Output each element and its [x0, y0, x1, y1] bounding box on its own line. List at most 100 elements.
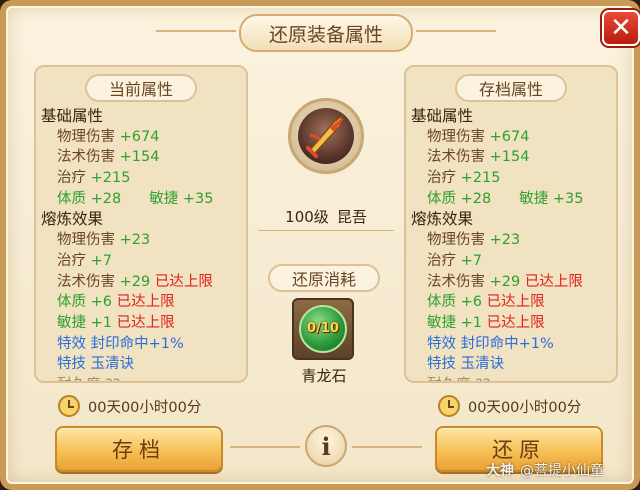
skill-label: 特技 [57, 356, 86, 373]
stat-label: 治疗 [427, 252, 456, 269]
skill-label: 特技 [427, 356, 456, 373]
cap-reached-label: 已达上限 [486, 314, 545, 331]
stat-label: 物理伤害 [57, 232, 115, 249]
stat-label: 体质 [427, 294, 456, 311]
stat-row: 治疗 +215 [41, 168, 242, 189]
stat-value: +29 [119, 273, 151, 290]
stat-label: 法术伤害 [427, 149, 485, 166]
restore-cost-header: 还原消耗 [268, 264, 380, 292]
stat-value: +7 [90, 252, 112, 269]
effect-value: 封印命中+1% [460, 335, 554, 352]
stat-value: +215 [90, 170, 131, 187]
watermark: 大神 @菩提小仙童 [486, 460, 604, 480]
stat-label: 敏捷 [149, 190, 179, 207]
refine-row: 敏捷 +1 已达上限 [41, 313, 242, 334]
refine-row: 治疗 +7 [41, 251, 242, 272]
stat-label: 敏捷 [57, 314, 86, 331]
timer-text: 00天00小时00分 [468, 399, 582, 416]
timer-left: 00天00小时00分 [58, 394, 201, 418]
stat-row: 法术伤害 +154 [411, 147, 612, 168]
timer-text: 00天00小时00分 [88, 399, 202, 416]
stat-row: 体质 +28 敏捷 +35 [41, 189, 242, 210]
stat-label: 敏捷 [427, 314, 456, 331]
timer-right: 00天00小时00分 [438, 394, 581, 418]
panel-header-saved: 存档属性 [455, 74, 567, 102]
cost-item-name: 青龙石 [301, 367, 347, 385]
refine-row: 治疗 +7 [411, 251, 612, 272]
effect-value: 封印命中+1% [90, 335, 184, 352]
stat-value: +29 [489, 273, 521, 290]
stat-value: +154 [119, 149, 160, 166]
refine-row: 物理伤害 +23 [41, 230, 242, 251]
effect-row: 特效 封印命中+1% [411, 334, 612, 355]
panel-body: 基础属性 物理伤害 +674 法术伤害 +154 治疗 +215 体质 +28 敏… [41, 106, 242, 381]
dialog-title: 还原装备属性 [239, 14, 413, 52]
stat-row: 体质 +28 敏捷 +35 [411, 189, 612, 210]
stat-value: +215 [460, 170, 501, 187]
stat-label: 治疗 [427, 170, 456, 187]
effect-label: 特效 [427, 335, 456, 352]
stat-value: +35 [552, 190, 584, 207]
clock-icon [438, 395, 460, 417]
stat-value: +1 [460, 314, 482, 331]
watermark-handle: @菩提小仙童 [520, 463, 604, 479]
stat-label: 治疗 [57, 170, 86, 187]
info-icon: i [321, 431, 331, 461]
stat-label: 物理伤害 [57, 128, 115, 145]
refine-row: 体质 +6 已达上限 [41, 292, 242, 313]
skill-row: 特技 玉清诀 [411, 354, 612, 375]
panel-body: 基础属性 物理伤害 +674 法术伤害 +154 治疗 +215 体质 +28 敏… [411, 106, 612, 381]
info-button[interactable]: i [305, 425, 347, 467]
stat-value: +28 [460, 190, 492, 207]
saved-attributes-panel[interactable]: 存档属性 基础属性 物理伤害 +674 法术伤害 +154 治疗 +215 体质… [404, 65, 618, 383]
cost-item-slot[interactable]: 0/10 [292, 298, 354, 360]
clock-icon [58, 395, 80, 417]
equipment-level: 100级 [285, 208, 329, 226]
stat-row: 物理伤害 +674 [411, 127, 612, 148]
cap-reached-label: 已达上限 [116, 294, 175, 311]
watermark-brand: 大神 [486, 463, 514, 479]
stat-label: 物理伤害 [427, 232, 485, 249]
divider-right [352, 446, 422, 448]
panel-header-current: 当前属性 [85, 74, 197, 102]
stat-label: 物理伤害 [427, 128, 485, 145]
stat-label: 体质 [57, 190, 86, 207]
stat-value: +154 [489, 149, 530, 166]
stat-row: 物理伤害 +674 [41, 127, 242, 148]
stat-value: +28 [90, 190, 122, 207]
stat-label: 体质 [427, 190, 456, 207]
equipment-title: 昆吾 [336, 208, 367, 226]
cap-reached-label: 已达上限 [154, 273, 213, 290]
cap-reached-label: 已达上限 [486, 294, 545, 311]
current-attributes-panel[interactable]: 当前属性 基础属性 物理伤害 +674 法术伤害 +154 治疗 +215 体质… [34, 65, 248, 383]
stat-label: 体质 [57, 294, 86, 311]
stat-label: 敏捷 [519, 190, 549, 207]
stat-label: 法术伤害 [57, 273, 115, 290]
stat-label: 法术伤害 [427, 273, 485, 290]
close-button[interactable]: ✕ [602, 10, 640, 46]
stat-label: 法术伤害 [57, 149, 115, 166]
close-icon: ✕ [610, 13, 632, 43]
sword-emblem-icon [298, 108, 354, 164]
effect-row: 特效 封印命中+1% [41, 334, 242, 355]
stat-value: +23 [489, 232, 521, 249]
restore-equipment-dialog: 还原装备属性 ✕ 当前属性 基础属性 物理伤害 +674 法术伤害 +154 治… [0, 0, 640, 490]
banner-decoration-left [156, 30, 236, 32]
skill-value: 玉清诀 [460, 356, 505, 373]
stat-row: 治疗 +215 [411, 168, 612, 189]
save-button[interactable]: 存档 [55, 426, 223, 472]
equipment-name: 100级 昆吾 [258, 203, 394, 231]
cost-count: 0/10 [307, 321, 339, 336]
equipment-slot[interactable] [288, 98, 364, 174]
stat-value: +7 [460, 252, 482, 269]
refine-effects-heading: 熔炼效果 [411, 210, 474, 229]
stat-value: +674 [119, 128, 160, 145]
skill-row: 特技 玉清诀 [41, 354, 242, 375]
base-attributes-heading: 基础属性 [411, 107, 474, 125]
durability-row-partial: 耐久度 ?? [411, 375, 612, 381]
stat-value: +674 [489, 128, 530, 145]
stat-value: +1 [90, 314, 112, 331]
refine-row: 物理伤害 +23 [411, 230, 612, 251]
effect-label: 特效 [57, 335, 86, 352]
skill-value: 玉清诀 [90, 356, 135, 373]
